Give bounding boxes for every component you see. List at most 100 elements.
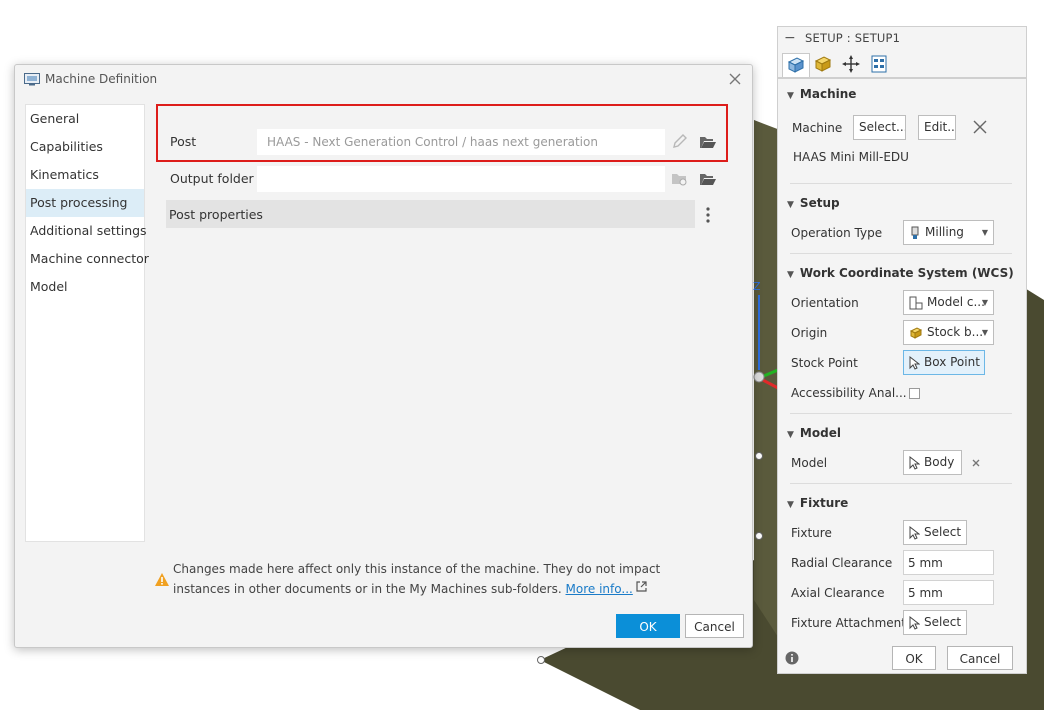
fixture-attachment-button[interactable]: Select	[903, 610, 967, 635]
wcs-header-label: Work Coordinate System (WCS)	[799, 266, 1014, 280]
dialog-title: Machine Definition	[45, 72, 158, 86]
stock-icon	[814, 56, 832, 72]
fixture-select-button[interactable]: Select	[903, 520, 967, 545]
axial-clearance-field[interactable]	[903, 580, 994, 605]
section-divider	[790, 413, 1012, 414]
orientation-icon	[909, 296, 923, 309]
post-properties-label: Post properties	[169, 207, 263, 222]
output-folder-row: Output folder	[156, 164, 746, 194]
nav-item-machine-connector[interactable]: Machine connector	[26, 245, 149, 273]
machine-name: HAAS Mini Mill-EDU	[793, 150, 909, 164]
nav-item-capabilities[interactable]: Capabilities	[26, 133, 144, 161]
panel-header[interactable]: − SETUP : SETUP1	[778, 27, 1026, 51]
fixture-attachment-label-value: Select	[924, 615, 962, 629]
nav-item-kinematics[interactable]: Kinematics	[26, 161, 144, 189]
section-divider	[790, 183, 1012, 184]
stock-box-icon	[909, 326, 923, 339]
nav-item-model[interactable]: Model	[26, 273, 144, 301]
clear-machine-icon[interactable]	[972, 119, 988, 135]
origin-value: Stock b...	[927, 325, 984, 339]
tab-post-process[interactable]	[866, 53, 894, 77]
vertex-point	[755, 452, 763, 460]
dialog-titlebar[interactable]: Machine Definition	[15, 65, 752, 95]
cursor-arrow-icon	[909, 525, 920, 540]
fixture-select-label: Select	[924, 525, 962, 539]
cursor-arrow-icon	[909, 615, 920, 630]
caret-down-icon: ▼	[981, 228, 988, 237]
info-icon[interactable]	[785, 651, 799, 665]
machine-definition-dialog: Machine Definition General Capabilities …	[14, 64, 753, 648]
warning-icon	[155, 573, 169, 586]
stock-point-button[interactable]: Box Point	[903, 350, 985, 375]
radial-clearance-label: Radial Clearance	[791, 556, 893, 570]
panel-title: SETUP : SETUP1	[805, 31, 901, 45]
setup-section-header[interactable]: ▼ Setup	[787, 196, 840, 210]
operation-type-label: Operation Type	[791, 226, 883, 240]
tab-stock[interactable]	[810, 53, 838, 77]
orientation-dropdown[interactable]: Model c... ▼	[903, 290, 994, 315]
nav-item-post-processing[interactable]: Post processing	[26, 189, 144, 217]
close-icon[interactable]	[726, 70, 744, 88]
nav-item-additional-settings[interactable]: Additional settings	[26, 217, 147, 245]
setup-header-label: Setup	[799, 196, 840, 210]
wcs-section-header[interactable]: ▼ Work Coordinate System (WCS)	[787, 266, 1014, 280]
vertex-point	[537, 656, 545, 664]
machine-edit-button[interactable]: Edit...	[918, 115, 956, 140]
origin-point[interactable]	[753, 371, 765, 383]
accessibility-analysis-checkbox[interactable]	[909, 388, 920, 399]
post-process-icon	[871, 55, 887, 73]
output-folder-field[interactable]	[257, 166, 665, 192]
settings-nav: General Capabilities Kinematics Post pro…	[25, 104, 149, 542]
section-divider	[790, 483, 1012, 484]
machine-select-button[interactable]: Select...	[853, 115, 906, 140]
setup-icon	[787, 57, 805, 73]
chevron-down-icon: ▼	[787, 270, 794, 280]
open-folder-icon[interactable]	[698, 170, 718, 188]
chevron-down-icon: ▼	[787, 430, 794, 440]
machine-icon	[24, 73, 40, 86]
more-options-icon[interactable]	[703, 205, 713, 225]
operation-type-value: Milling	[925, 225, 964, 239]
section-divider	[790, 253, 1012, 254]
cursor-arrow-icon	[909, 355, 920, 370]
ok-button[interactable]: OK	[616, 614, 680, 638]
external-link-icon[interactable]	[636, 581, 647, 592]
post-highlight-box	[156, 104, 728, 162]
model-header-label: Model	[799, 426, 841, 440]
panel-ok-button[interactable]: OK	[892, 646, 936, 670]
chevron-down-icon: ▼	[787, 200, 794, 210]
wcs-icon	[842, 55, 860, 73]
cursor-arrow-icon	[909, 455, 920, 470]
tab-divider	[778, 77, 1026, 79]
tab-wcs[interactable]	[838, 53, 866, 77]
model-section-header[interactable]: ▼ Model	[787, 426, 841, 440]
folder-settings-icon[interactable]	[670, 170, 690, 188]
fixture-header-label: Fixture	[799, 496, 849, 510]
origin-dropdown[interactable]: Stock b... ▼	[903, 320, 994, 345]
orientation-label: Orientation	[791, 296, 859, 310]
model-value: Body	[924, 455, 955, 469]
tab-setup[interactable]	[782, 53, 810, 77]
accessibility-analysis-label: Accessibility Anal...	[791, 386, 907, 400]
fixture-attachment-label: Fixture Attachment	[791, 616, 906, 630]
model-body-button[interactable]: Body	[903, 450, 962, 475]
milling-tool-icon	[911, 226, 919, 239]
clear-model-icon[interactable]	[971, 458, 981, 468]
radial-clearance-field[interactable]	[903, 550, 994, 575]
collapse-icon[interactable]: −	[784, 30, 796, 46]
model-label: Model	[791, 456, 828, 470]
panel-cancel-button[interactable]: Cancel	[947, 646, 1013, 670]
fixture-section-header[interactable]: ▼ Fixture	[787, 496, 848, 510]
cancel-button[interactable]: Cancel	[685, 614, 744, 638]
chevron-down-icon: ▼	[787, 500, 794, 510]
machine-section-header[interactable]: ▼ Machine	[787, 87, 856, 101]
post-properties-bar[interactable]: Post properties	[166, 200, 695, 228]
origin-label: Origin	[791, 326, 828, 340]
setup-panel: − SETUP : SETUP1 ▼ Machine Machine Selec…	[777, 26, 1027, 674]
stock-point-label: Stock Point	[791, 356, 858, 370]
more-info-link[interactable]: More info...	[566, 582, 633, 596]
nav-item-general[interactable]: General	[26, 105, 144, 133]
operation-type-dropdown[interactable]: Milling ▼	[903, 220, 994, 245]
machine-header-label: Machine	[799, 87, 857, 101]
z-axis-label: Z	[753, 280, 761, 293]
